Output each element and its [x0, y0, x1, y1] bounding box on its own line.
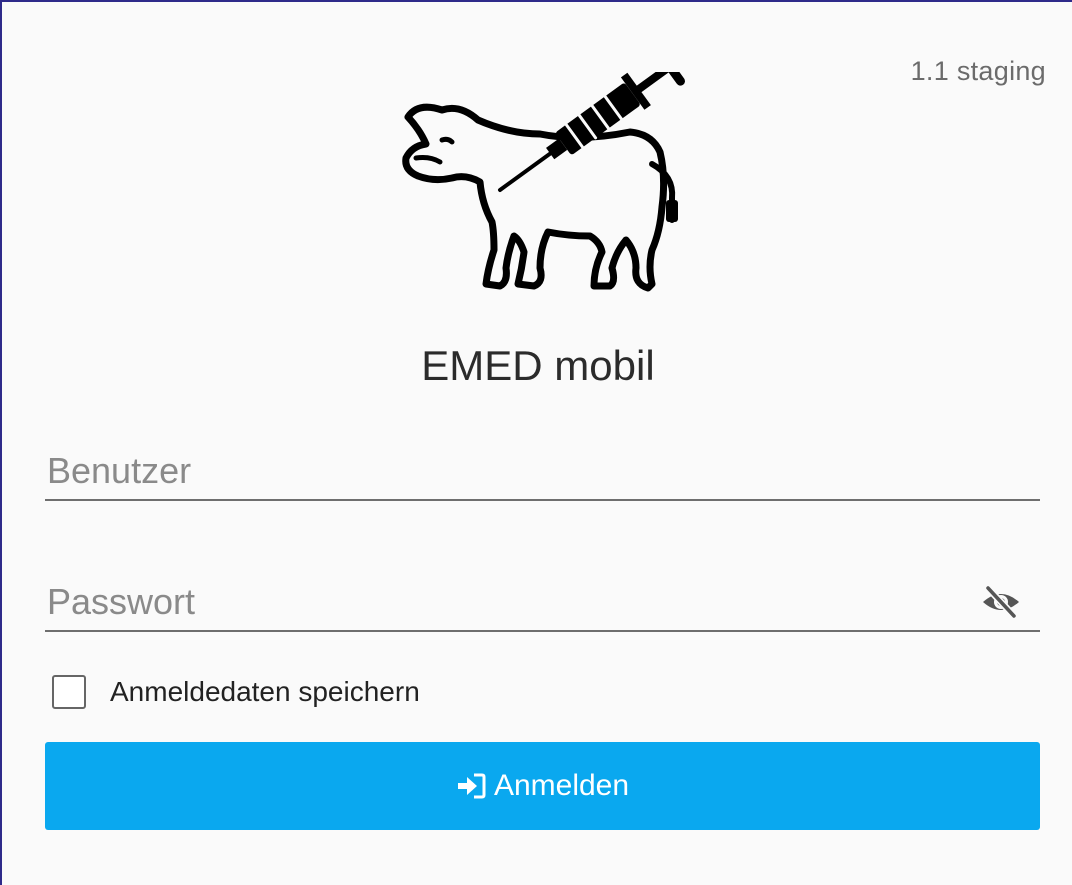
login-button[interactable]: Anmelden [45, 742, 1040, 830]
password-field-wrapper [45, 574, 1040, 632]
password-input[interactable] [45, 574, 1040, 630]
sign-in-icon [457, 773, 486, 799]
username-input[interactable] [45, 443, 1040, 499]
username-field-wrapper [45, 443, 1040, 501]
login-button-label: Anmelden [493, 769, 630, 802]
checkbox-box[interactable] [52, 675, 86, 709]
app-title: EMED mobil [421, 342, 655, 389]
login-screen: 1.1 staging EMED mobil Benutzer Anmelded… [0, 0, 1072, 885]
eye-slash-icon[interactable] [980, 584, 1022, 620]
remember-credentials-label: Anmeldedaten speichern [110, 676, 420, 707]
remember-credentials-checkbox[interactable]: Anmeldedaten speichern [52, 673, 420, 711]
version-label: 1.1 staging [910, 56, 1046, 86]
cow-syringe-icon [402, 72, 685, 292]
